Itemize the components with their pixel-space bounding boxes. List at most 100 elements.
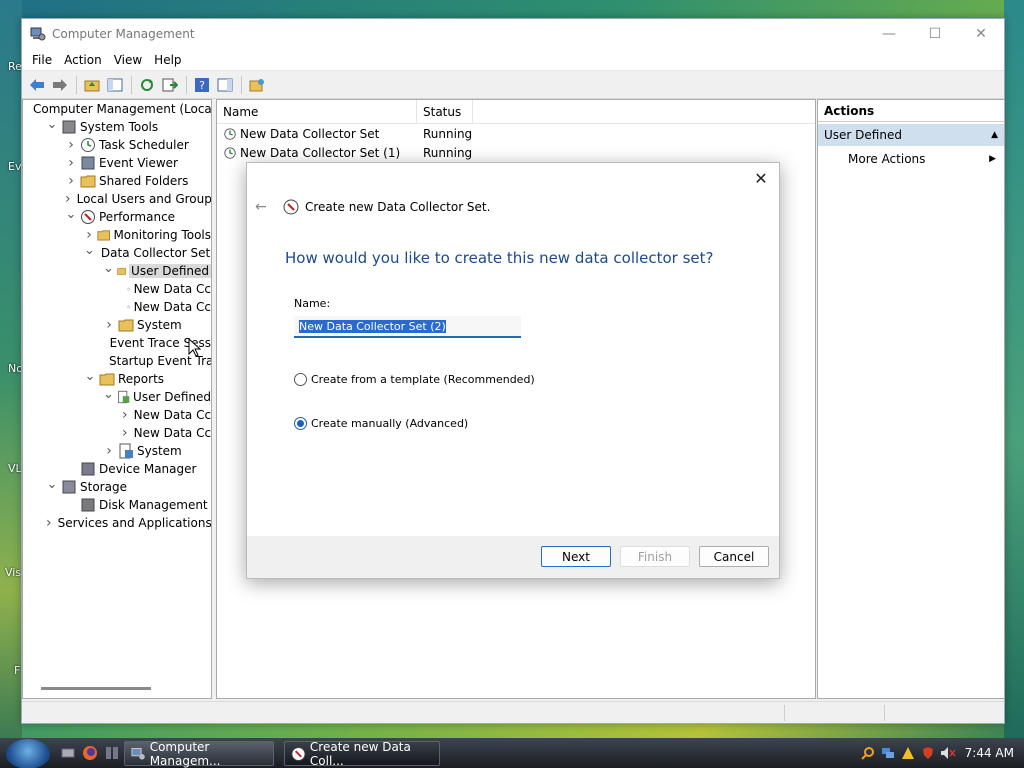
tree-item[interactable]: › Event Viewer bbox=[23, 154, 211, 172]
chevron-down-icon[interactable]: ⌄ bbox=[46, 477, 58, 492]
volume-muted-icon[interactable] bbox=[939, 744, 957, 762]
radio-label: Create from a template (Recommended) bbox=[311, 373, 535, 386]
chevron-right-icon[interactable]: › bbox=[103, 443, 115, 459]
forward-icon[interactable] bbox=[49, 74, 71, 96]
chevron-right-icon[interactable]: › bbox=[46, 515, 52, 531]
new-data-collector-set-icon[interactable] bbox=[246, 74, 268, 96]
maximize-button[interactable]: ☐ bbox=[912, 19, 958, 49]
chevron-down-icon[interactable]: ⌄ bbox=[103, 261, 114, 276]
tree-item-label: New Data Cc bbox=[133, 426, 212, 440]
chevron-right-icon[interactable]: › bbox=[65, 173, 77, 189]
finish-button[interactable]: Finish bbox=[620, 546, 690, 567]
switch-windows-icon[interactable] bbox=[102, 743, 122, 763]
tree-item[interactable]: › System bbox=[23, 316, 211, 334]
firefox-icon[interactable] bbox=[80, 743, 100, 763]
tree-item[interactable]: › Local Users and Groups bbox=[23, 190, 211, 208]
help-icon[interactable]: ? bbox=[191, 74, 213, 96]
chevron-right-icon[interactable]: › bbox=[65, 191, 71, 207]
show-desktop-icon[interactable] bbox=[58, 743, 78, 763]
tree-item[interactable]: Event Trace Sess bbox=[23, 334, 211, 352]
title-bar[interactable]: Computer Management — ☐ ✕ bbox=[22, 19, 1004, 49]
up-folder-icon[interactable] bbox=[81, 74, 103, 96]
cancel-button[interactable]: Cancel bbox=[699, 546, 769, 567]
chevron-right-icon[interactable]: › bbox=[103, 317, 115, 333]
chevron-down-icon[interactable]: ⌄ bbox=[84, 369, 96, 384]
warning-icon[interactable] bbox=[899, 744, 917, 762]
tree-item[interactable]: › New Data Cc bbox=[23, 424, 211, 442]
tree-item[interactable]: › Services and Applications bbox=[23, 514, 211, 532]
console-tree[interactable]: Computer Management (Local ⌄ System Tools ›… bbox=[22, 99, 212, 699]
event-viewer-icon bbox=[81, 156, 95, 170]
chevron-right-icon[interactable]: › bbox=[122, 407, 128, 423]
radio-create-manually[interactable]: Create manually (Advanced) bbox=[294, 417, 468, 430]
refresh-icon[interactable] bbox=[136, 74, 158, 96]
radio-create-from-template[interactable]: Create from a template (Recommended) bbox=[294, 373, 535, 386]
chevron-down-icon[interactable]: ⌄ bbox=[46, 117, 58, 132]
column-name[interactable]: Name bbox=[217, 99, 417, 124]
chevron-down-icon[interactable]: ⌄ bbox=[84, 243, 95, 258]
tree-item[interactable]: ⌄ Storage bbox=[23, 477, 211, 496]
reports-folder-icon bbox=[99, 373, 115, 386]
tree-item[interactable]: › New Data Cc bbox=[23, 406, 211, 424]
chevron-right-icon[interactable]: › bbox=[65, 155, 77, 171]
collapse-up-icon[interactable]: ▲ bbox=[991, 130, 998, 140]
clock-icon bbox=[81, 138, 95, 152]
chevron-down-icon[interactable]: ⌄ bbox=[103, 387, 114, 402]
tree-item[interactable]: ⌄ System Tools bbox=[23, 117, 211, 136]
search-icon[interactable] bbox=[859, 744, 877, 762]
tree-item[interactable]: ⌄ User Defined bbox=[23, 261, 211, 280]
radio-button-selected[interactable] bbox=[294, 417, 307, 430]
back-arrow-icon[interactable]: ← bbox=[255, 199, 271, 215]
menu-help[interactable]: Help bbox=[148, 53, 187, 67]
taskbar-item-create-data-collector[interactable]: Create new Data Coll... bbox=[284, 740, 440, 768]
tree-item[interactable]: New Data Cc bbox=[23, 298, 211, 316]
export-list-icon[interactable] bbox=[159, 74, 181, 96]
chevron-right-icon[interactable]: › bbox=[84, 227, 94, 243]
tree-item[interactable]: › Shared Folders bbox=[23, 172, 211, 190]
menu-view[interactable]: View bbox=[108, 53, 148, 67]
clock[interactable]: 7:44 AM bbox=[965, 746, 1014, 760]
desktop-label[interactable]: F bbox=[14, 664, 20, 677]
tree-item[interactable]: › Task Scheduler bbox=[23, 136, 211, 154]
close-button[interactable]: ✕ bbox=[958, 19, 1004, 49]
taskbar-item-computer-management[interactable]: Computer Managem... bbox=[124, 740, 274, 768]
tree-item[interactable]: › Monitoring Tools bbox=[23, 226, 211, 244]
tree-item[interactable]: ⌄ User Defined bbox=[23, 387, 211, 406]
show-hide-tree-icon[interactable] bbox=[104, 74, 126, 96]
shield-icon[interactable] bbox=[919, 744, 937, 762]
chevron-right-icon[interactable]: › bbox=[65, 137, 77, 153]
tree-item[interactable]: Disk Management bbox=[23, 496, 211, 514]
tree-item[interactable]: ⌄ Reports bbox=[23, 369, 211, 388]
list-item[interactable]: New Data Collector Set Running bbox=[217, 124, 815, 143]
dialog-close-icon[interactable]: ✕ bbox=[751, 168, 771, 188]
actions-section-user-defined[interactable]: User Defined ▲ bbox=[818, 124, 1004, 146]
desktop-label[interactable]: VL bbox=[8, 462, 22, 475]
menu-action[interactable]: Action bbox=[58, 53, 108, 67]
network-icon[interactable] bbox=[879, 744, 897, 762]
column-status[interactable]: Status bbox=[417, 99, 473, 124]
tree-item[interactable]: New Data Cc bbox=[23, 280, 211, 298]
desktop-label[interactable]: Vis bbox=[5, 566, 21, 579]
tree-item[interactable]: ⌄ Performance bbox=[23, 207, 211, 226]
start-button[interactable] bbox=[6, 739, 50, 768]
minimize-button[interactable]: — bbox=[866, 19, 912, 49]
tree-item-label: Disk Management bbox=[99, 498, 208, 512]
chevron-down-icon[interactable]: ⌄ bbox=[65, 207, 77, 222]
back-icon[interactable] bbox=[26, 74, 48, 96]
tree-item[interactable]: Computer Management (Local bbox=[23, 100, 211, 118]
desktop-label[interactable]: Ev bbox=[8, 160, 21, 173]
desktop-label[interactable]: Re bbox=[8, 60, 22, 73]
show-action-pane-icon[interactable] bbox=[214, 74, 236, 96]
name-field[interactable]: New Data Collector Set (2) bbox=[294, 316, 521, 338]
tree-item[interactable]: Startup Event Tra bbox=[23, 352, 211, 370]
tree-item[interactable]: ⌄ Data Collector Sets bbox=[23, 243, 211, 262]
menu-file[interactable]: File bbox=[26, 53, 58, 67]
list-item[interactable]: New Data Collector Set (1) Running bbox=[217, 143, 815, 162]
more-actions-item[interactable]: More Actions ▶ bbox=[818, 148, 1004, 170]
horizontal-scrollbar[interactable] bbox=[41, 687, 151, 690]
radio-button[interactable] bbox=[294, 373, 307, 386]
chevron-right-icon[interactable]: › bbox=[122, 425, 128, 441]
tree-item[interactable]: › System bbox=[23, 442, 211, 460]
next-button[interactable]: Next bbox=[541, 546, 611, 567]
tree-item[interactable]: Device Manager bbox=[23, 460, 211, 478]
